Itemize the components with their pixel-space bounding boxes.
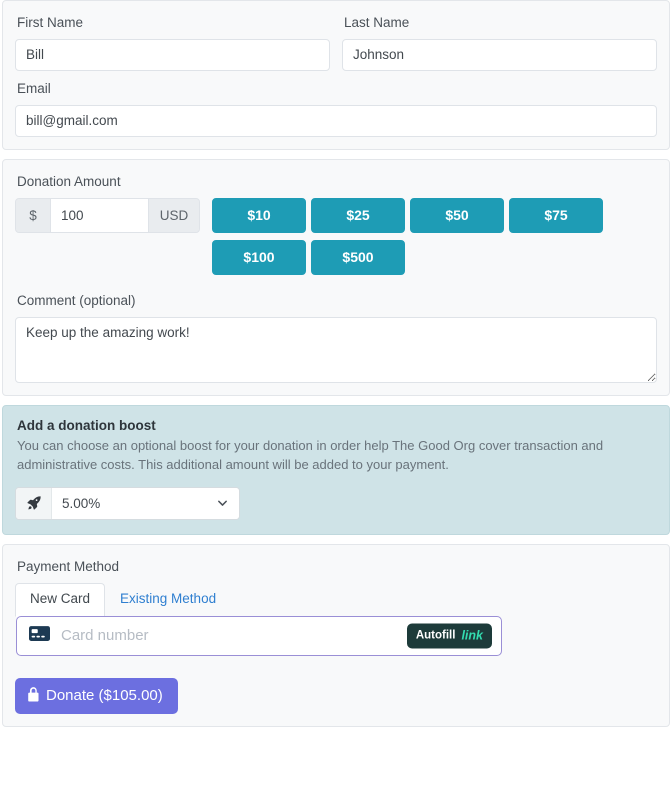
last-name-field-group: Last Name bbox=[342, 11, 657, 71]
tab-existing-method[interactable]: Existing Method bbox=[105, 583, 231, 616]
email-label: Email bbox=[17, 80, 51, 96]
rocket-icon bbox=[16, 487, 52, 519]
donor-info-panel: First Name Last Name Email bbox=[2, 0, 670, 150]
preset-amount-buttons: $10 $25 $50 $75 $100 $500 bbox=[212, 197, 624, 282]
link-brand-label: link bbox=[461, 628, 483, 643]
last-name-label: Last Name bbox=[344, 15, 410, 30]
donate-button-label: Donate ($105.00) bbox=[46, 687, 163, 705]
boost-percentage-select[interactable]: 5.00% bbox=[52, 487, 239, 519]
email-field-group: Email bbox=[15, 80, 657, 137]
preset-amount-button-75[interactable]: $75 bbox=[509, 197, 603, 233]
comment-textarea[interactable]: Keep up the amazing work! bbox=[15, 316, 657, 383]
card-number-input[interactable]: Card number Autofill link bbox=[16, 615, 502, 656]
first-name-label: First Name bbox=[17, 15, 84, 30]
payment-method-tabs: New Card Existing Method bbox=[15, 583, 657, 617]
preset-amount-button-500[interactable]: $500 bbox=[311, 239, 405, 275]
boost-description: You can choose an optional boost for you… bbox=[17, 437, 604, 472]
boost-selected-value: 5.00% bbox=[62, 495, 101, 511]
chevron-down-icon bbox=[216, 497, 229, 510]
donation-form-page: First Name Last Name Email Donation Amou… bbox=[0, 0, 672, 801]
boost-title: Add a donation boost bbox=[17, 417, 156, 433]
payment-method-label: Payment Method bbox=[17, 558, 120, 574]
currency-symbol-addon: $ bbox=[16, 198, 50, 232]
donation-amount-panel: Donation Amount $ USD $10 $25 $50 $75 $1… bbox=[2, 158, 670, 396]
tab-new-card[interactable]: New Card bbox=[15, 583, 106, 617]
credit-card-icon bbox=[29, 625, 50, 646]
amount-input[interactable] bbox=[50, 198, 149, 232]
donation-boost-panel: Add a donation boost You can choose an o… bbox=[2, 404, 670, 535]
email-input[interactable] bbox=[15, 104, 657, 137]
boost-select-group[interactable]: 5.00% bbox=[15, 486, 240, 520]
autofill-link-button[interactable]: Autofill link bbox=[406, 623, 492, 649]
currency-code-addon: USD bbox=[149, 198, 199, 232]
name-row: First Name Last Name bbox=[15, 11, 657, 71]
donate-button[interactable]: Donate ($105.00) bbox=[15, 677, 178, 714]
preset-amount-button-50[interactable]: $50 bbox=[410, 197, 504, 233]
preset-amount-button-25[interactable]: $25 bbox=[311, 197, 405, 233]
first-name-field-group: First Name bbox=[15, 11, 330, 71]
autofill-label: Autofill bbox=[415, 629, 456, 642]
preset-amount-button-10[interactable]: $10 bbox=[212, 197, 306, 233]
comment-label: Comment (optional) bbox=[17, 292, 136, 308]
payment-method-panel: Payment Method New Card Existing Method … bbox=[2, 543, 670, 727]
lock-icon bbox=[27, 686, 40, 705]
preset-amount-button-100[interactable]: $100 bbox=[212, 239, 306, 275]
first-name-input[interactable] bbox=[15, 38, 330, 71]
amount-input-group: $ USD bbox=[15, 197, 200, 233]
donation-amount-label: Donation Amount bbox=[17, 173, 121, 189]
card-number-placeholder: Card number bbox=[61, 627, 149, 645]
amount-row: $ USD $10 $25 $50 $75 $100 $500 bbox=[15, 197, 657, 282]
last-name-input[interactable] bbox=[342, 38, 657, 71]
